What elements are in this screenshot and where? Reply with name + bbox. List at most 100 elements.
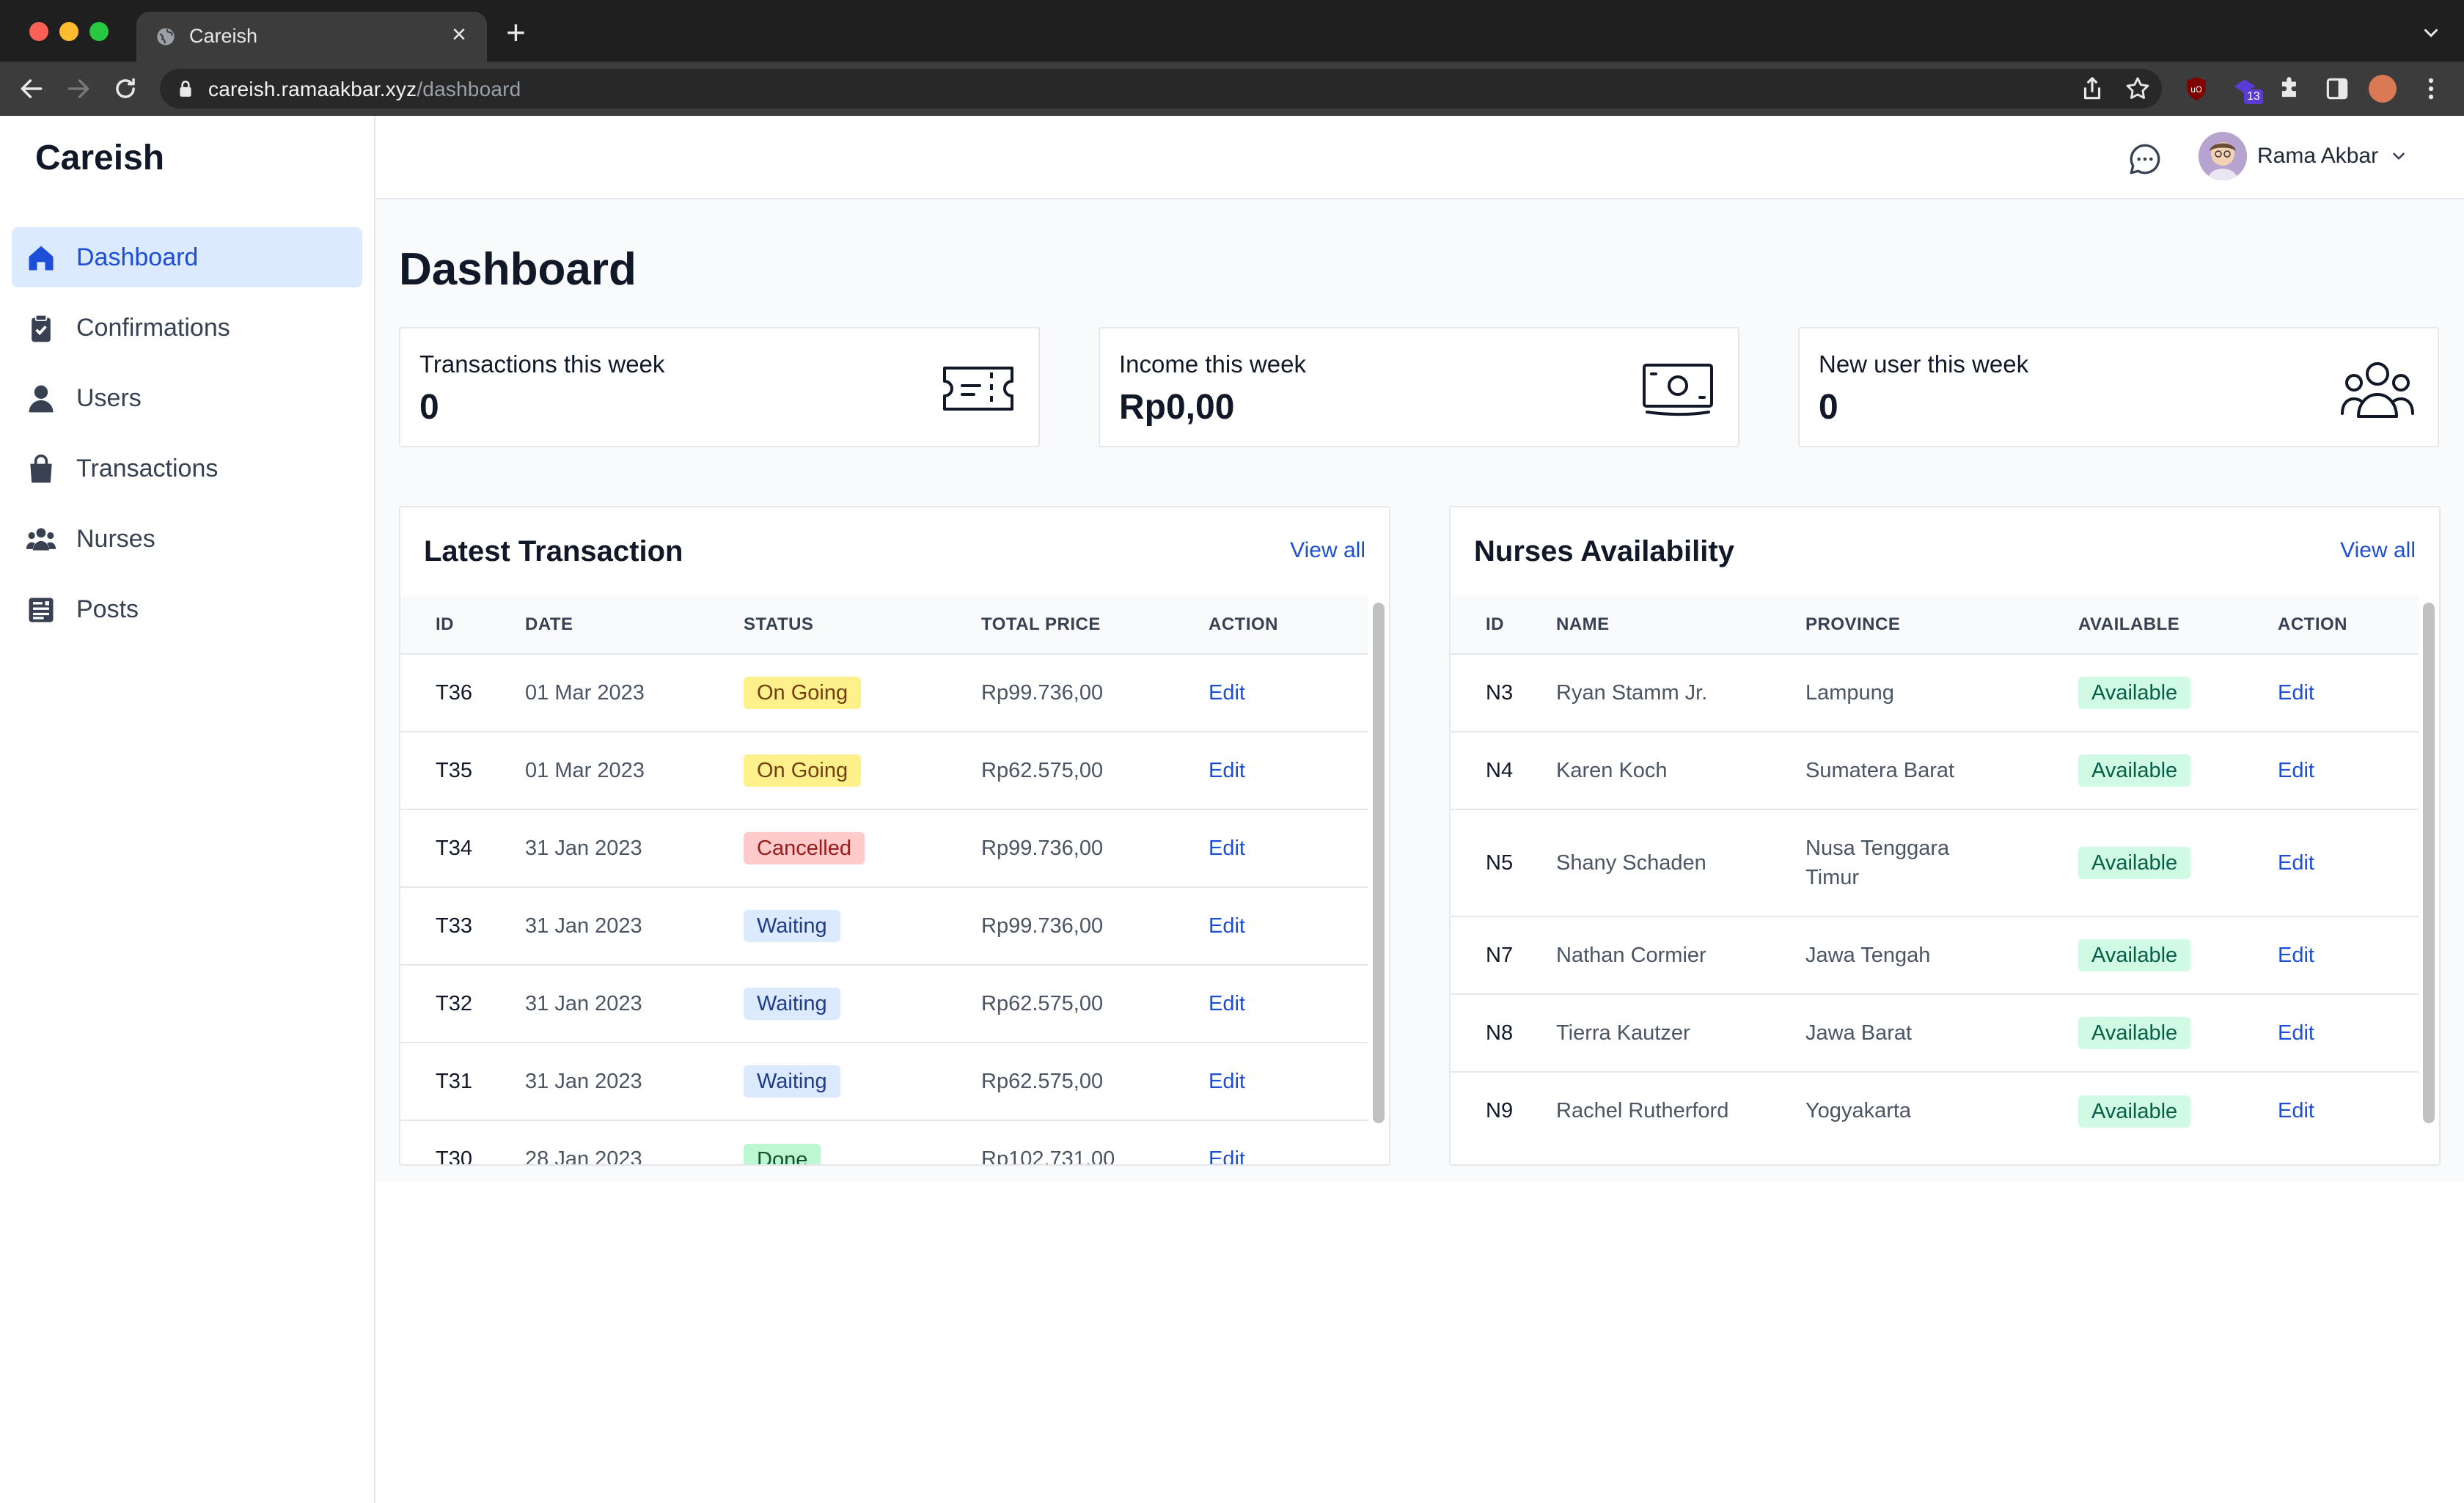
reload-icon[interactable]: [111, 75, 139, 103]
svg-text:uO: uO: [2190, 85, 2202, 95]
nurse-id: N3: [1486, 680, 1514, 705]
forward-icon[interactable]: [65, 75, 92, 103]
extension-badge-count: 13: [2244, 89, 2263, 104]
edit-link[interactable]: Edit: [2278, 1021, 2314, 1045]
banknote-icon: [1643, 364, 1713, 416]
sidebar-item-users[interactable]: Users: [12, 368, 362, 428]
table-row: T32 31 Jan 2023 Waiting Rp62.575,00 Edit: [400, 965, 1368, 1043]
user-icon: [29, 385, 54, 413]
column-header: DATE: [525, 614, 573, 634]
stat-card-transactions: Transactions this week 0: [399, 327, 1040, 447]
transaction-price: Rp99.736,00: [981, 836, 1104, 860]
nurses-table-container[interactable]: ID NAME PROVINCE AVAILABLE ACTION N3 Rya…: [1451, 595, 2419, 1164]
transaction-price: Rp62.575,00: [981, 758, 1104, 782]
sidebar-item-posts[interactable]: Posts: [12, 579, 362, 639]
nurse-name: Nathan Cormier: [1556, 943, 1706, 967]
transaction-price: Rp102.731,00: [981, 1147, 1115, 1166]
edit-link[interactable]: Edit: [1209, 681, 1245, 705]
tab-close-icon[interactable]: ×: [452, 22, 466, 47]
tab-title: Careish: [189, 25, 258, 47]
bookmark-star-icon[interactable]: [2124, 75, 2152, 103]
status-badge: On Going: [744, 677, 862, 709]
table-row: T35 01 Mar 2023 On Going Rp62.575,00 Edi…: [400, 732, 1368, 809]
window-minimize-button[interactable]: [59, 22, 78, 41]
availability-badge: Available: [2078, 1095, 2191, 1128]
nurses-table: ID NAME PROVINCE AVAILABLE ACTION N3 Rya…: [1451, 595, 2419, 1150]
chevron-down-icon[interactable]: [2420, 22, 2442, 44]
edit-link[interactable]: Edit: [1209, 837, 1245, 860]
transaction-date: 01 Mar 2023: [525, 758, 645, 782]
table-row: N5 Shany Schaden Nusa Tenggara Timur Ava…: [1451, 809, 2419, 916]
table-row: T33 31 Jan 2023 Waiting Rp99.736,00 Edit: [400, 887, 1368, 965]
sidebar-item-transactions[interactable]: Transactions: [12, 438, 362, 499]
column-header: ACTION: [1209, 614, 1278, 634]
nurse-name: Tierra Kautzer: [1556, 1021, 1690, 1045]
edit-link[interactable]: Edit: [1209, 1070, 1245, 1093]
share-icon[interactable]: [2078, 75, 2106, 103]
table-header-row: ID DATE STATUS TOTAL PRICE ACTION: [400, 595, 1368, 654]
extensions-puzzle-icon[interactable]: [2276, 75, 2304, 103]
lock-icon[interactable]: [177, 79, 194, 98]
transaction-date: 31 Jan 2023: [525, 991, 642, 1015]
kebab-menu-icon[interactable]: [2417, 75, 2445, 103]
user-group-icon: [26, 528, 56, 551]
transaction-price: Rp62.575,00: [981, 1069, 1104, 1093]
view-all-nurses-link[interactable]: View all: [2340, 538, 2416, 563]
transaction-date: 31 Jan 2023: [525, 836, 642, 860]
stat-label: Transactions this week: [419, 350, 665, 378]
vertical-scrollbar[interactable]: [2423, 603, 2435, 1123]
sidebar-item-confirmations[interactable]: Confirmations: [12, 298, 362, 358]
nurse-id: N7: [1486, 943, 1514, 967]
window-close-button[interactable]: [29, 22, 48, 41]
url-text: careish.ramaakbar.xyz/dashboard: [208, 78, 521, 100]
stat-value: Rp0,00: [1119, 388, 1235, 427]
sidebar-item-label: Transactions: [76, 455, 219, 482]
transactions-table: ID DATE STATUS TOTAL PRICE ACTION T36 01…: [400, 595, 1368, 1166]
vertical-scrollbar[interactable]: [1373, 603, 1385, 1123]
nurse-name: Karen Koch: [1556, 758, 1668, 782]
page-title: Dashboard: [399, 244, 637, 295]
edit-link[interactable]: Edit: [2278, 851, 2314, 875]
column-header: STATUS: [744, 614, 814, 634]
chat-bubble-icon[interactable]: [2127, 141, 2163, 177]
window-zoom-button[interactable]: [89, 22, 109, 41]
transaction-price: Rp99.736,00: [981, 680, 1104, 705]
ublock-extension-icon[interactable]: uO: [2182, 75, 2210, 103]
transactions-table-container[interactable]: ID DATE STATUS TOTAL PRICE ACTION T36 01…: [400, 595, 1368, 1166]
edit-link[interactable]: Edit: [1209, 1147, 1245, 1164]
user-name[interactable]: Rama Akbar: [2257, 144, 2378, 169]
edit-link[interactable]: Edit: [2278, 759, 2314, 782]
status-badge: Waiting: [744, 910, 840, 942]
transaction-id: T32: [436, 991, 472, 1015]
transaction-date: 31 Jan 2023: [525, 914, 642, 938]
browser-tab-bar: Careish × +: [0, 0, 2464, 62]
shopping-bag-icon: [30, 454, 52, 483]
user-avatar[interactable]: [2199, 132, 2247, 180]
nurse-id: N9: [1486, 1099, 1514, 1122]
address-bar[interactable]: careish.ramaakbar.xyz/dashboard: [160, 69, 2162, 109]
profile-avatar[interactable]: [2369, 75, 2397, 103]
transaction-price: Rp62.575,00: [981, 991, 1104, 1015]
edit-link[interactable]: Edit: [2278, 944, 2314, 967]
table-row: T34 31 Jan 2023 Cancelled Rp99.736,00 Ed…: [400, 809, 1368, 887]
new-tab-button[interactable]: +: [506, 15, 526, 49]
edit-link[interactable]: Edit: [1209, 759, 1245, 782]
extension-badge-icon[interactable]: 13: [2231, 75, 2263, 104]
view-all-transactions-link[interactable]: View all: [1290, 538, 1365, 563]
edit-link[interactable]: Edit: [2278, 1099, 2314, 1122]
availability-badge: Available: [2078, 1017, 2191, 1049]
nurses-availability-panel: Nurses Availability View all ID NAME PRO…: [1449, 506, 2441, 1166]
brand-logo[interactable]: Careish: [35, 138, 164, 178]
edit-link[interactable]: Edit: [1209, 992, 1245, 1015]
sidebar-item-dashboard[interactable]: Dashboard: [12, 227, 362, 287]
back-icon[interactable]: [18, 75, 45, 103]
transaction-id: T31: [436, 1069, 472, 1093]
chevron-down-icon[interactable]: [2389, 147, 2408, 166]
side-panel-icon[interactable]: [2323, 75, 2351, 103]
edit-link[interactable]: Edit: [1209, 914, 1245, 938]
sidebar-item-nurses[interactable]: Nurses: [12, 509, 362, 569]
table-row: T30 28 Jan 2023 Done Rp102.731,00 Edit: [400, 1120, 1368, 1166]
edit-link[interactable]: Edit: [2278, 681, 2314, 705]
browser-tab[interactable]: Careish ×: [136, 12, 487, 62]
nurse-province: Yogyakarta: [1805, 1099, 1912, 1122]
